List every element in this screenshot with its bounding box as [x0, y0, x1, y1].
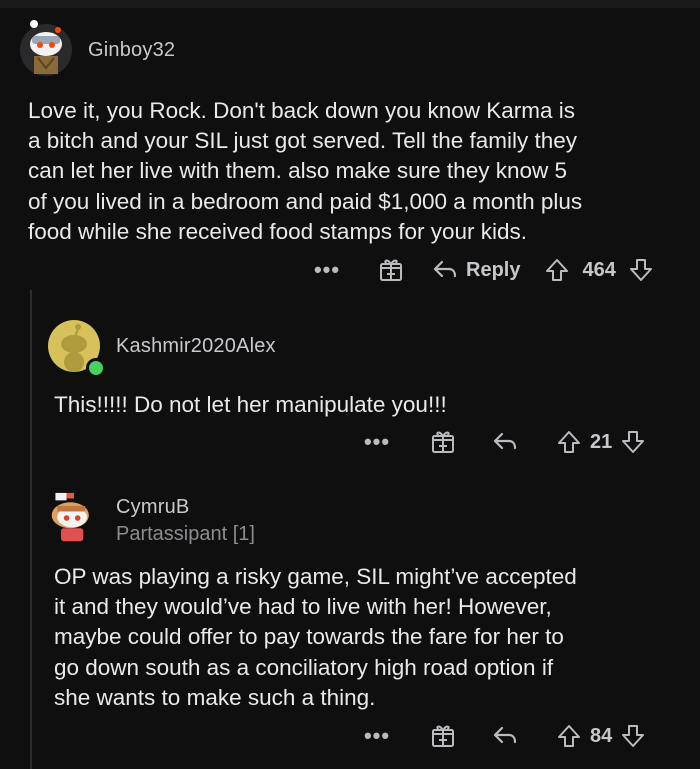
upvote-icon[interactable] [556, 429, 582, 455]
comment-body-line: it and they would’ve had to live with he… [54, 594, 552, 620]
avatar[interactable] [20, 20, 72, 76]
award-icon[interactable] [430, 429, 456, 455]
more-options-icon[interactable]: ••• [362, 723, 392, 749]
comment-body-line: of you lived in a bedroom and paid $1,00… [28, 188, 583, 214]
comment-kashmir2020alex: Kashmir2020Alex This!!!!! Do not let her… [48, 320, 688, 417]
award-icon[interactable] [430, 723, 456, 749]
comment-header: Ginboy32 [20, 20, 690, 76]
comment-body-line: she wants to make such a thing. [54, 684, 376, 710]
username[interactable]: Ginboy32 [88, 39, 175, 62]
user-flair: Partassipant [1] [116, 523, 255, 545]
upvote-icon[interactable] [556, 723, 582, 749]
more-options-icon[interactable]: ••• [312, 257, 342, 283]
comment-actions: ••• 21 [362, 424, 646, 460]
username[interactable]: Kashmir2020Alex [116, 335, 276, 358]
comment-body-line: food while she received food stamps for … [28, 218, 527, 244]
comment-body: OP was playing a risky game, SIL might’v… [54, 562, 684, 713]
reply-icon[interactable] [492, 431, 518, 453]
comment-body: This!!!!! Do not let her manipulate you!… [54, 390, 684, 420]
upvote-icon[interactable] [544, 257, 570, 283]
comment-body-line: maybe could offer to pay towards the far… [54, 624, 564, 650]
vote-count: 21 [590, 430, 613, 453]
comment-header: Kashmir2020Alex [48, 320, 688, 378]
top-bar [0, 0, 700, 8]
thread-line-level1[interactable] [30, 290, 32, 769]
comment-actions: ••• 84 [362, 718, 646, 754]
comment-ginboy32: Ginboy32 Love it, you Rock. Don't back d… [20, 20, 690, 244]
reply-icon[interactable] [492, 725, 518, 747]
comment-cymrub: CymruB Partassipant [1] OP was playing a… [48, 492, 688, 710]
comment-actions: ••• Reply 464 [312, 252, 654, 288]
comment-body-line: can let her live with them. also make su… [28, 158, 568, 184]
username[interactable]: CymruB [116, 496, 255, 519]
comment-body-line: go down south as a conciliatory high roa… [54, 654, 554, 680]
avatar-snoo-icon [30, 20, 62, 74]
reply-icon [433, 260, 457, 278]
downvote-icon[interactable] [620, 723, 646, 749]
comment-body-line: OP was playing a risky game, SIL might’v… [54, 564, 577, 589]
online-status-icon [86, 358, 106, 378]
reply-label: Reply [466, 258, 521, 281]
comment-body-line: Love it, you Rock. Don't back down you k… [28, 98, 576, 123]
vote-count: 84 [590, 724, 613, 747]
award-icon[interactable] [378, 257, 404, 283]
reply-button[interactable]: Reply [432, 259, 520, 282]
comment-body: Love it, you Rock. Don't back down you k… [28, 96, 688, 247]
comment-body-line: a bitch and your SIL just got served. Te… [28, 128, 578, 154]
comment-body-line: This!!!!! Do not let her manipulate you!… [54, 392, 447, 417]
avatar[interactable] [48, 492, 100, 546]
downvote-icon[interactable] [620, 429, 646, 455]
user-info: CymruB Partassipant [1] [116, 496, 255, 546]
comment-header: CymruB Partassipant [1] [48, 492, 688, 546]
downvote-icon[interactable] [628, 257, 654, 283]
avatar[interactable] [48, 320, 106, 378]
vote-count: 464 [582, 258, 616, 281]
avatar-snoo-icon [51, 492, 89, 542]
more-options-icon[interactable]: ••• [362, 429, 392, 455]
